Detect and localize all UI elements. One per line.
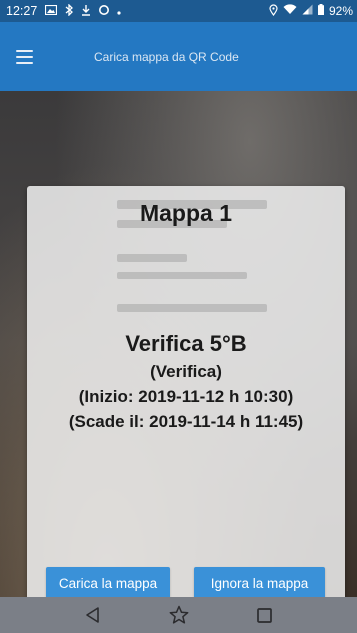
exam-due: (Scade il: 2019-11-14 h 11:45)	[68, 412, 304, 431]
app-title: Carica mappa da QR Code	[94, 49, 239, 64]
exam-type: (Verifica)	[150, 362, 222, 381]
bluetooth-icon	[64, 3, 74, 18]
back-triangle-icon[interactable]	[81, 603, 105, 627]
gallery-icon	[45, 4, 58, 17]
hamburger-menu-icon[interactable]	[4, 37, 44, 77]
map-dialog: Mappa 1 Verifica 5°B (Verifica) (Inizio:…	[27, 186, 345, 630]
location-icon	[269, 3, 278, 19]
map-title: Mappa 1	[139, 200, 233, 226]
star-outline-icon[interactable]	[167, 603, 191, 627]
exam-title: Verifica 5°B	[125, 331, 247, 356]
ignore-map-button[interactable]: Ignora la mappa	[194, 567, 325, 600]
square-recent-icon[interactable]	[253, 603, 277, 627]
exam-info: Verifica 5°B (Verifica) (Inizio: 2019-11…	[27, 331, 345, 432]
load-map-button[interactable]: Carica la mappa	[46, 567, 170, 600]
sync-icon	[98, 4, 110, 18]
status-time: 12:27	[6, 4, 38, 18]
app-bar: Carica mappa da QR Code	[0, 22, 357, 91]
camera-preview: Mappa 1 Verifica 5°B (Verifica) (Inizio:…	[0, 91, 357, 630]
exam-start: (Inizio: 2019-11-12 h 10:30)	[78, 387, 294, 406]
status-right-group: 92%	[269, 3, 353, 19]
signal-icon	[302, 4, 313, 18]
status-bar: 12:27 92%	[0, 0, 357, 22]
battery-percent: 92%	[328, 4, 353, 18]
battery-icon	[317, 4, 324, 18]
system-nav-bar	[0, 597, 357, 633]
wifi-icon	[283, 4, 297, 18]
dot-icon	[117, 5, 121, 17]
download-icon	[81, 4, 91, 18]
